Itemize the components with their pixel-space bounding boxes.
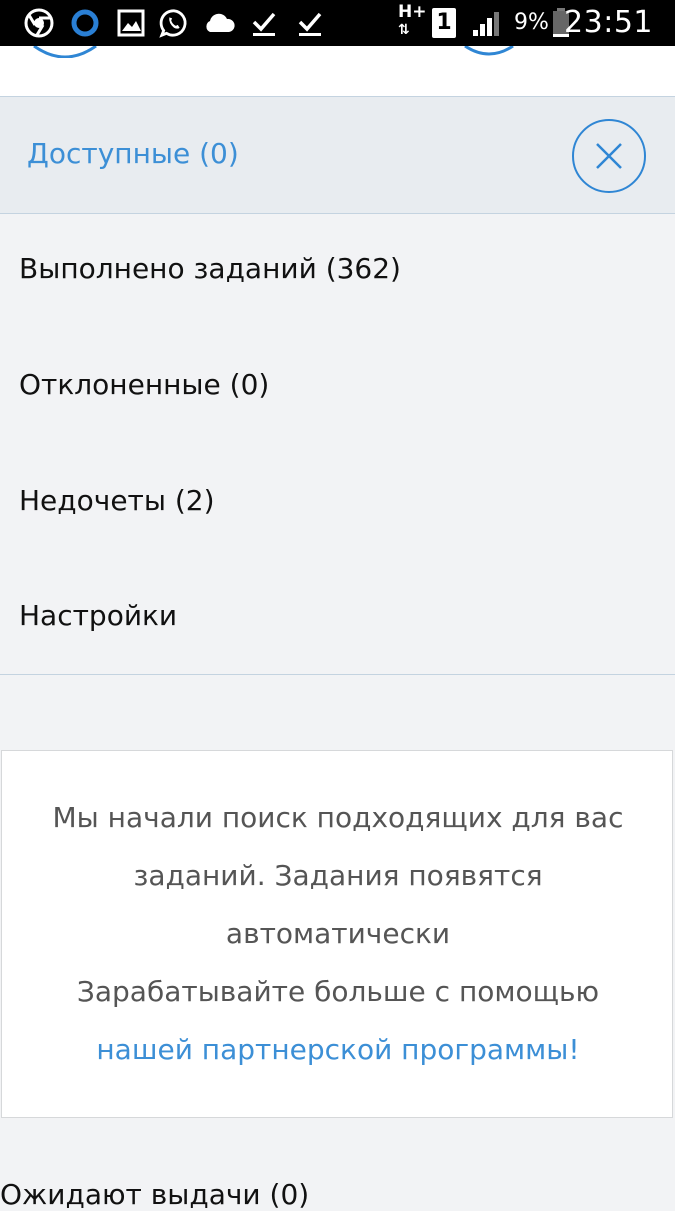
status-bar: H+ ⇅ 1 9% 23:51 <box>0 0 675 46</box>
sim-indicator: 1 <box>432 8 456 38</box>
info-card: Мы начали поиск подходящих для вас задан… <box>1 750 673 1118</box>
download-done-icon <box>298 12 322 36</box>
info-text-line-4: Зарабатывайте больше с помощью <box>76 975 600 1008</box>
signal-icon <box>473 12 499 36</box>
clock: 23:51 <box>564 5 653 40</box>
menu-item-settings[interactable]: Настройки <box>19 599 177 632</box>
close-button[interactable] <box>572 119 646 193</box>
gallery-icon <box>117 9 145 37</box>
circle-app-icon <box>71 9 99 37</box>
info-text-line-1: Мы начали поиск подходящих для вас <box>52 801 624 834</box>
menu-list: Выполнено заданий (362) Отклоненные (0) … <box>0 214 675 675</box>
close-icon <box>596 143 622 169</box>
partner-program-link[interactable]: нашей партнерской программы! <box>96 1033 579 1066</box>
battery-percent: 9% <box>514 10 549 35</box>
whatsapp-icon <box>159 9 187 38</box>
menu-item-available-label: Доступные (0) <box>27 137 239 170</box>
profile-icon[interactable] <box>462 46 516 56</box>
network-type-indicator: H+ ⇅ <box>398 2 427 39</box>
info-text-line-3: автоматически <box>225 917 451 950</box>
menu-item-defects[interactable]: Недочеты (2) <box>19 484 215 517</box>
cloud-icon <box>206 13 235 32</box>
menu-item-completed[interactable]: Выполнено заданий (362) <box>19 252 401 285</box>
logo-icon <box>33 46 97 58</box>
chrome-icon <box>24 8 54 38</box>
menu-item-available[interactable]: Доступные (0) <box>0 96 675 214</box>
partner-program-line: нашей партнерской программы! <box>2 1033 674 1066</box>
info-text-line-2: заданий. Задания появятся <box>133 859 543 892</box>
app-header <box>0 46 675 96</box>
menu-item-awaiting[interactable]: Ожидают выдачи (0) <box>0 1178 309 1211</box>
download-done-icon <box>252 12 276 36</box>
menu-item-rejected[interactable]: Отклоненные (0) <box>19 368 269 401</box>
